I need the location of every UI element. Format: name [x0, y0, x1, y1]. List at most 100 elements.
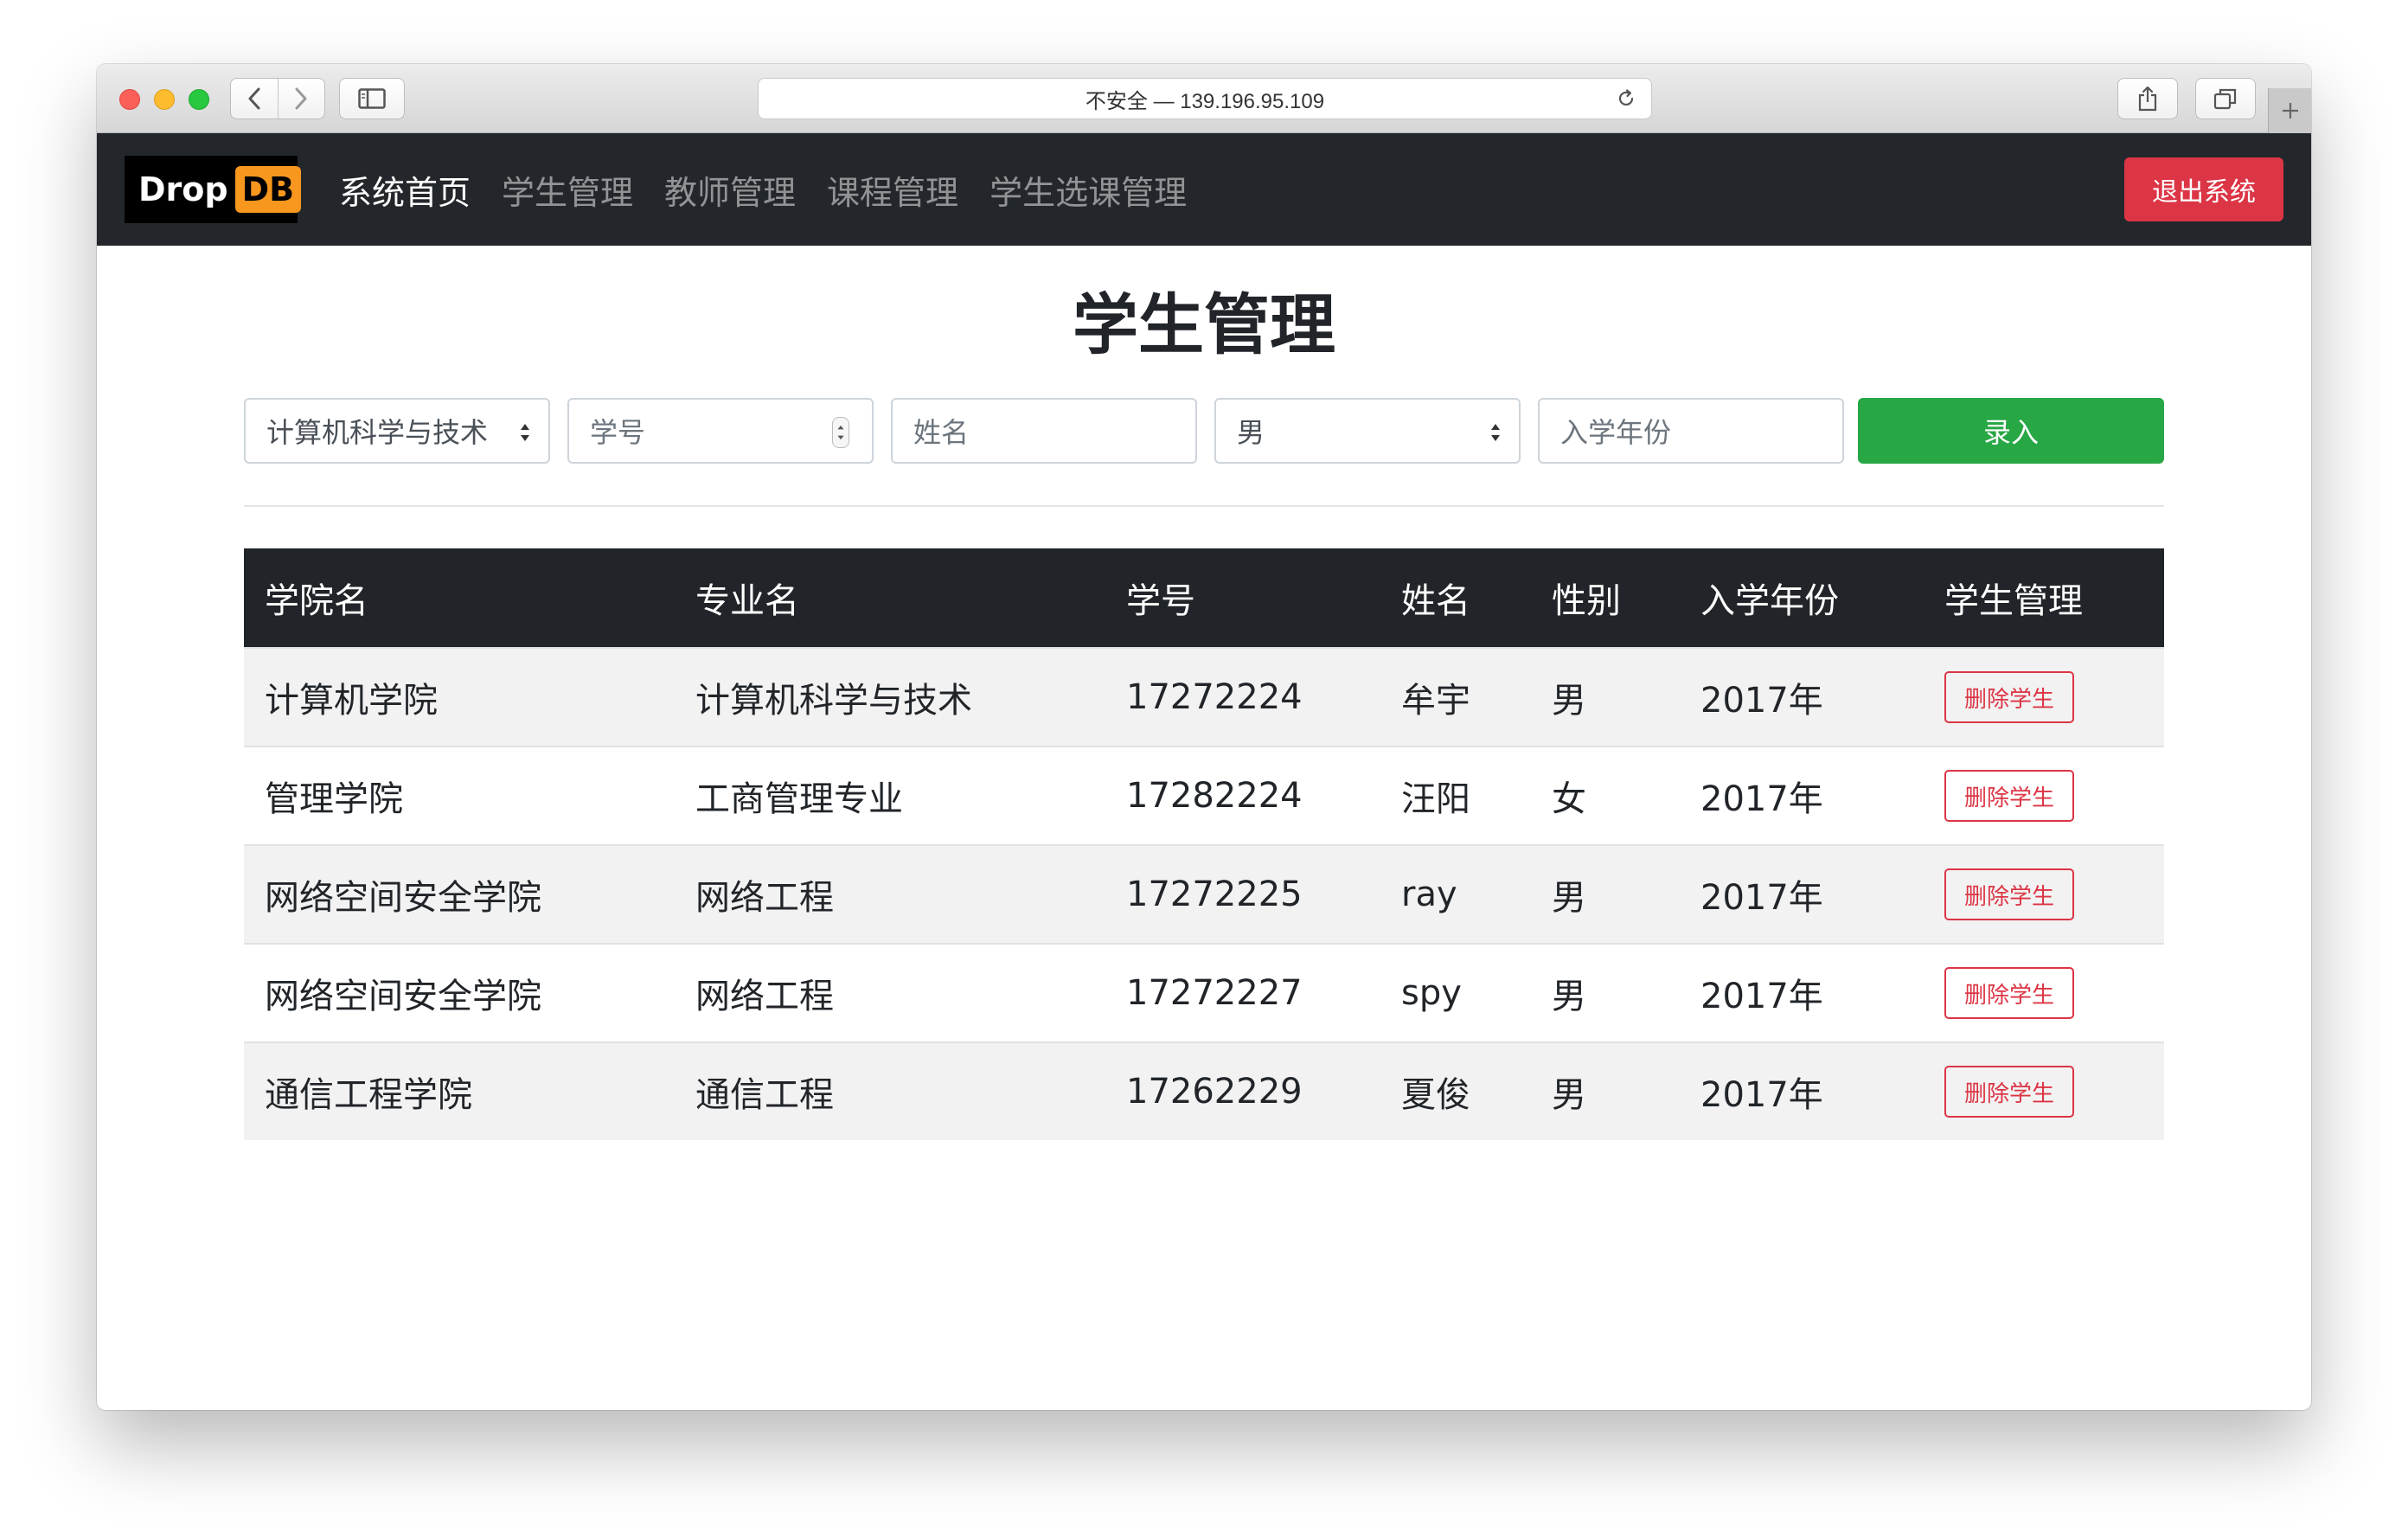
header-student-id: 学号 — [1126, 581, 1195, 621]
cell-college: 管理学院 — [265, 779, 403, 819]
cell-major: 网络工程 — [695, 977, 834, 1016]
cell-student-id: 17272227 — [1126, 973, 1303, 1013]
cell-major: 网络工程 — [695, 878, 834, 918]
cell-college: 网络空间安全学院 — [265, 977, 541, 1016]
browser-window: 不安全 — 139.196.95.109 Drop DB 系统首页 学生管理 教… — [97, 64, 2311, 1410]
table-row: 网络空间安全学院 网络工程 17272227 spy 男 2017年 删除学生 — [244, 943, 2164, 1041]
cell-action: 删除学生 — [1924, 868, 2164, 920]
cell-name: spy — [1401, 973, 1462, 1013]
add-student-form: 计算机科学与技术 学号 姓名 男 入学年份 录入 — [244, 398, 2164, 464]
history-nav-group — [230, 78, 325, 119]
address-text: 不安全 — 139.196.95.109 — [1085, 89, 1325, 113]
nav-links: 系统首页 学生管理 教师管理 课程管理 学生选课管理 — [339, 133, 1218, 246]
cell-college: 通信工程学院 — [265, 1075, 472, 1115]
students-table: 学院名 专业名 学号 姓名 性别 入学年份 学生管理 计算机学院 计算机科学与技… — [244, 548, 2164, 1140]
cell-action: 删除学生 — [1924, 967, 2164, 1019]
share-button[interactable] — [2117, 78, 2178, 119]
cell-major: 工商管理专业 — [695, 779, 903, 819]
brand-accent: DB — [234, 166, 302, 213]
cell-gender: 男 — [1552, 681, 1586, 721]
chevron-right-icon — [295, 87, 307, 110]
gender-select[interactable]: 男 — [1214, 398, 1521, 464]
gender-select-value: 男 — [1237, 416, 1265, 449]
logout-button[interactable]: 退出系统 — [2124, 157, 2283, 221]
table-header: 学院名 专业名 学号 姓名 性别 入学年份 学生管理 — [244, 548, 2164, 647]
close-window-button[interactable] — [119, 89, 140, 110]
cell-gender: 男 — [1552, 1075, 1586, 1115]
delete-student-button[interactable]: 删除学生 — [1944, 671, 2074, 723]
sidebar-icon — [358, 88, 386, 109]
cell-name: 汪阳 — [1401, 779, 1470, 819]
chevron-left-icon — [248, 87, 260, 110]
brand-text: Drop — [138, 170, 228, 208]
cell-action: 删除学生 — [1924, 671, 2164, 723]
submit-button[interactable]: 录入 — [1858, 398, 2164, 464]
delete-student-button[interactable]: 删除学生 — [1944, 967, 2074, 1019]
cell-year: 2017年 — [1700, 681, 1823, 721]
major-select[interactable]: 计算机科学与技术 — [244, 398, 550, 464]
name-placeholder: 姓名 — [913, 416, 970, 449]
show-tabs-button[interactable] — [2195, 78, 2256, 119]
zoom-window-button[interactable] — [189, 89, 209, 110]
cell-gender: 男 — [1552, 878, 1586, 918]
nav-link-enrollment[interactable]: 学生选课管理 — [989, 166, 1187, 214]
sidebar-toggle-button[interactable] — [339, 78, 405, 119]
cell-year: 2017年 — [1700, 977, 1823, 1016]
top-navbar: Drop DB 系统首页 学生管理 教师管理 课程管理 学生选课管理 退出系统 — [97, 133, 2311, 246]
cell-gender: 男 — [1552, 977, 1586, 1016]
header-name: 姓名 — [1401, 581, 1470, 621]
header-college: 学院名 — [265, 581, 368, 621]
student-id-placeholder: 学号 — [590, 416, 646, 449]
cell-name: 牟宇 — [1401, 681, 1470, 721]
page-title: 学生管理 — [1073, 286, 1335, 363]
enrollment-year-input[interactable]: 入学年份 — [1538, 398, 1844, 464]
header-major: 专业名 — [695, 581, 799, 621]
spinner-icon[interactable] — [832, 417, 849, 448]
table-row: 管理学院 工商管理专业 17282224 汪阳 女 2017年 删除学生 — [244, 746, 2164, 844]
cell-name: 夏俊 — [1401, 1075, 1470, 1115]
main-content: 学生管理 计算机科学与技术 学号 姓名 男 入学年份 录入 学院名 专业名 学号… — [244, 246, 2164, 1140]
new-tab-button[interactable] — [2268, 88, 2311, 133]
cell-college: 网络空间安全学院 — [265, 878, 541, 918]
cell-year: 2017年 — [1700, 878, 1823, 918]
browser-titlebar: 不安全 — 139.196.95.109 — [97, 64, 2311, 133]
delete-student-button[interactable]: 删除学生 — [1944, 1066, 2074, 1118]
cell-year: 2017年 — [1700, 779, 1823, 819]
tabs-icon — [2213, 88, 2237, 110]
cell-student-id: 17282224 — [1126, 776, 1303, 816]
cell-student-id: 17272224 — [1126, 677, 1303, 717]
cell-major: 通信工程 — [695, 1075, 834, 1115]
cell-action: 删除学生 — [1924, 1066, 2164, 1118]
student-id-input[interactable]: 学号 — [567, 398, 874, 464]
brand-logo[interactable]: Drop DB — [125, 156, 302, 223]
nav-link-teachers[interactable]: 教师管理 — [664, 166, 796, 214]
major-select-value: 计算机科学与技术 — [266, 416, 489, 449]
cell-student-id: 17272225 — [1126, 875, 1303, 914]
delete-student-button[interactable]: 删除学生 — [1944, 868, 2074, 920]
reload-icon[interactable] — [1613, 86, 1639, 112]
forward-button[interactable] — [278, 79, 324, 119]
enrollment-year-placeholder: 入学年份 — [1560, 416, 1672, 449]
delete-student-button[interactable]: 删除学生 — [1944, 770, 2074, 822]
table-row: 通信工程学院 通信工程 17262229 夏俊 男 2017年 删除学生 — [244, 1041, 2164, 1140]
table-row: 网络空间安全学院 网络工程 17272225 ray 男 2017年 删除学生 — [244, 844, 2164, 943]
cell-major: 计算机科学与技术 — [695, 681, 972, 721]
header-action: 学生管理 — [1944, 581, 2083, 621]
nav-link-home[interactable]: 系统首页 — [339, 166, 471, 214]
name-input[interactable]: 姓名 — [891, 398, 1197, 464]
divider — [244, 505, 2164, 507]
address-bar[interactable]: 不安全 — 139.196.95.109 — [758, 78, 1652, 119]
sort-caret-icon — [521, 424, 529, 441]
back-button[interactable] — [231, 79, 278, 119]
cell-college: 计算机学院 — [265, 681, 438, 721]
cell-year: 2017年 — [1700, 1075, 1823, 1115]
cell-action: 删除学生 — [1924, 770, 2164, 822]
table-row: 计算机学院 计算机科学与技术 17272224 牟宇 男 2017年 删除学生 — [244, 647, 2164, 746]
header-year: 入学年份 — [1700, 581, 1839, 621]
minimize-window-button[interactable] — [154, 89, 175, 110]
sort-caret-icon — [1491, 424, 1500, 441]
nav-link-courses[interactable]: 课程管理 — [827, 166, 958, 214]
header-gender: 性别 — [1552, 581, 1621, 621]
nav-link-students[interactable]: 学生管理 — [502, 166, 633, 214]
plus-icon — [2282, 103, 2298, 119]
